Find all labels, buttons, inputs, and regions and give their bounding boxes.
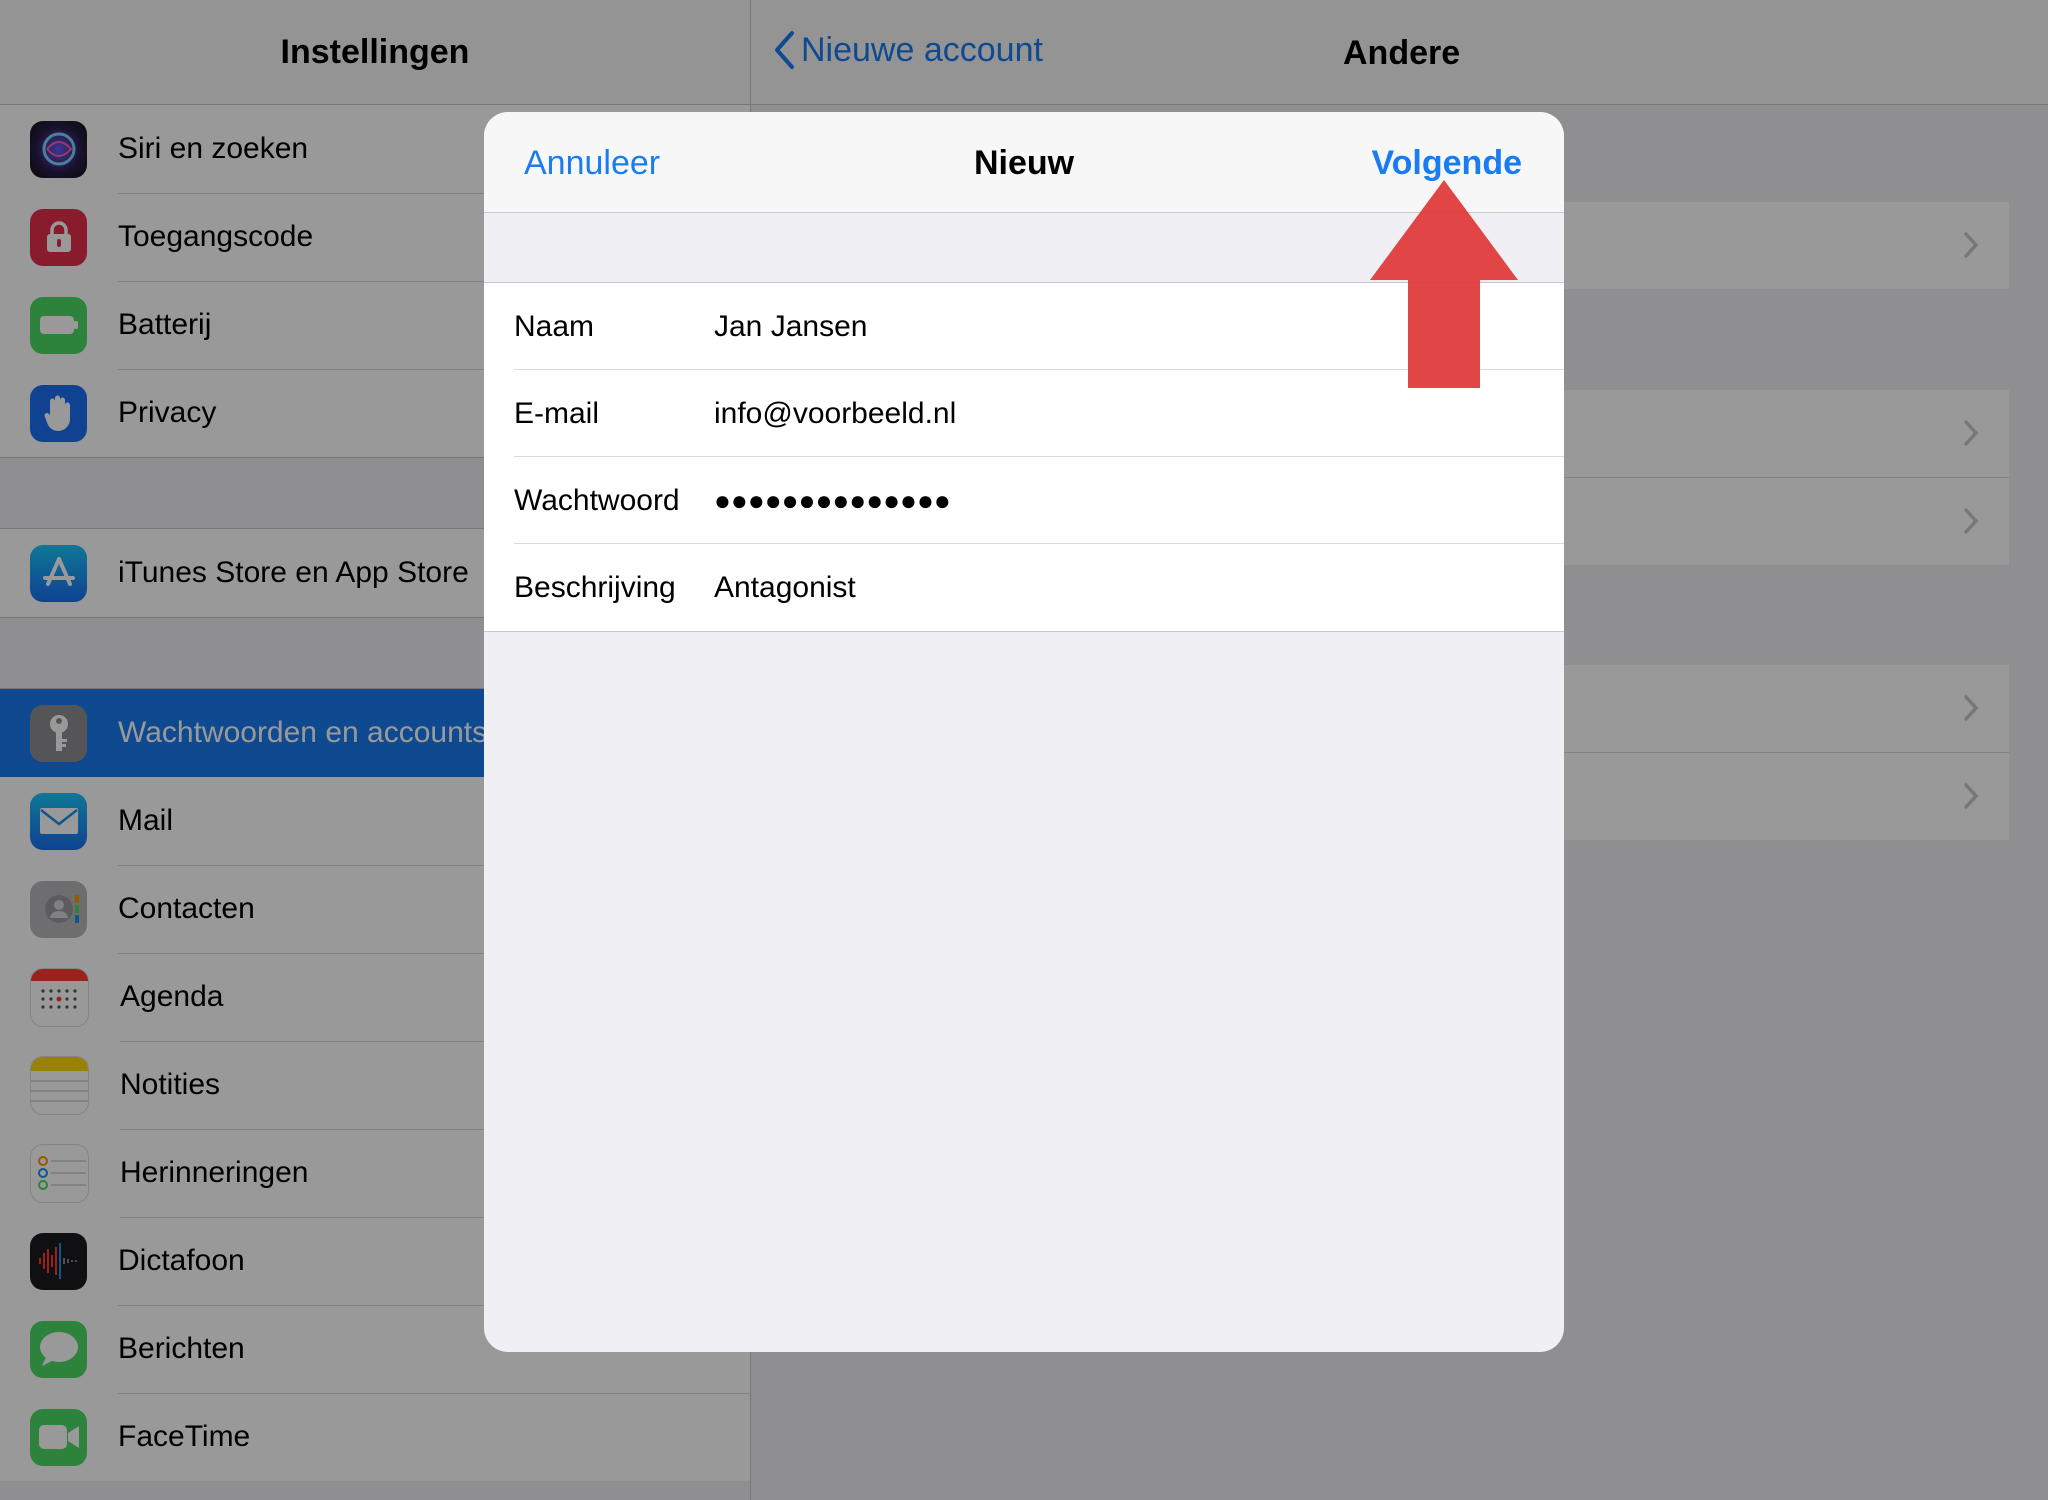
- email-field[interactable]: info@voorbeeld.nl: [714, 370, 956, 457]
- password-label: Wachtwoord: [514, 484, 680, 517]
- description-field[interactable]: Antagonist: [714, 544, 856, 631]
- description-label: Beschrijving: [514, 571, 676, 604]
- description-row[interactable]: Beschrijving Antagonist: [484, 544, 1564, 631]
- red-up-arrow-annotation: [1370, 180, 1518, 388]
- password-row[interactable]: Wachtwoord ●●●●●●●●●●●●●●: [484, 457, 1564, 544]
- password-field[interactable]: ●●●●●●●●●●●●●●: [714, 457, 951, 544]
- email-label: E-mail: [514, 397, 600, 430]
- next-button[interactable]: Volgende: [1372, 144, 1523, 183]
- name-field[interactable]: Jan Jansen: [714, 283, 867, 370]
- name-label: Naam: [514, 310, 595, 343]
